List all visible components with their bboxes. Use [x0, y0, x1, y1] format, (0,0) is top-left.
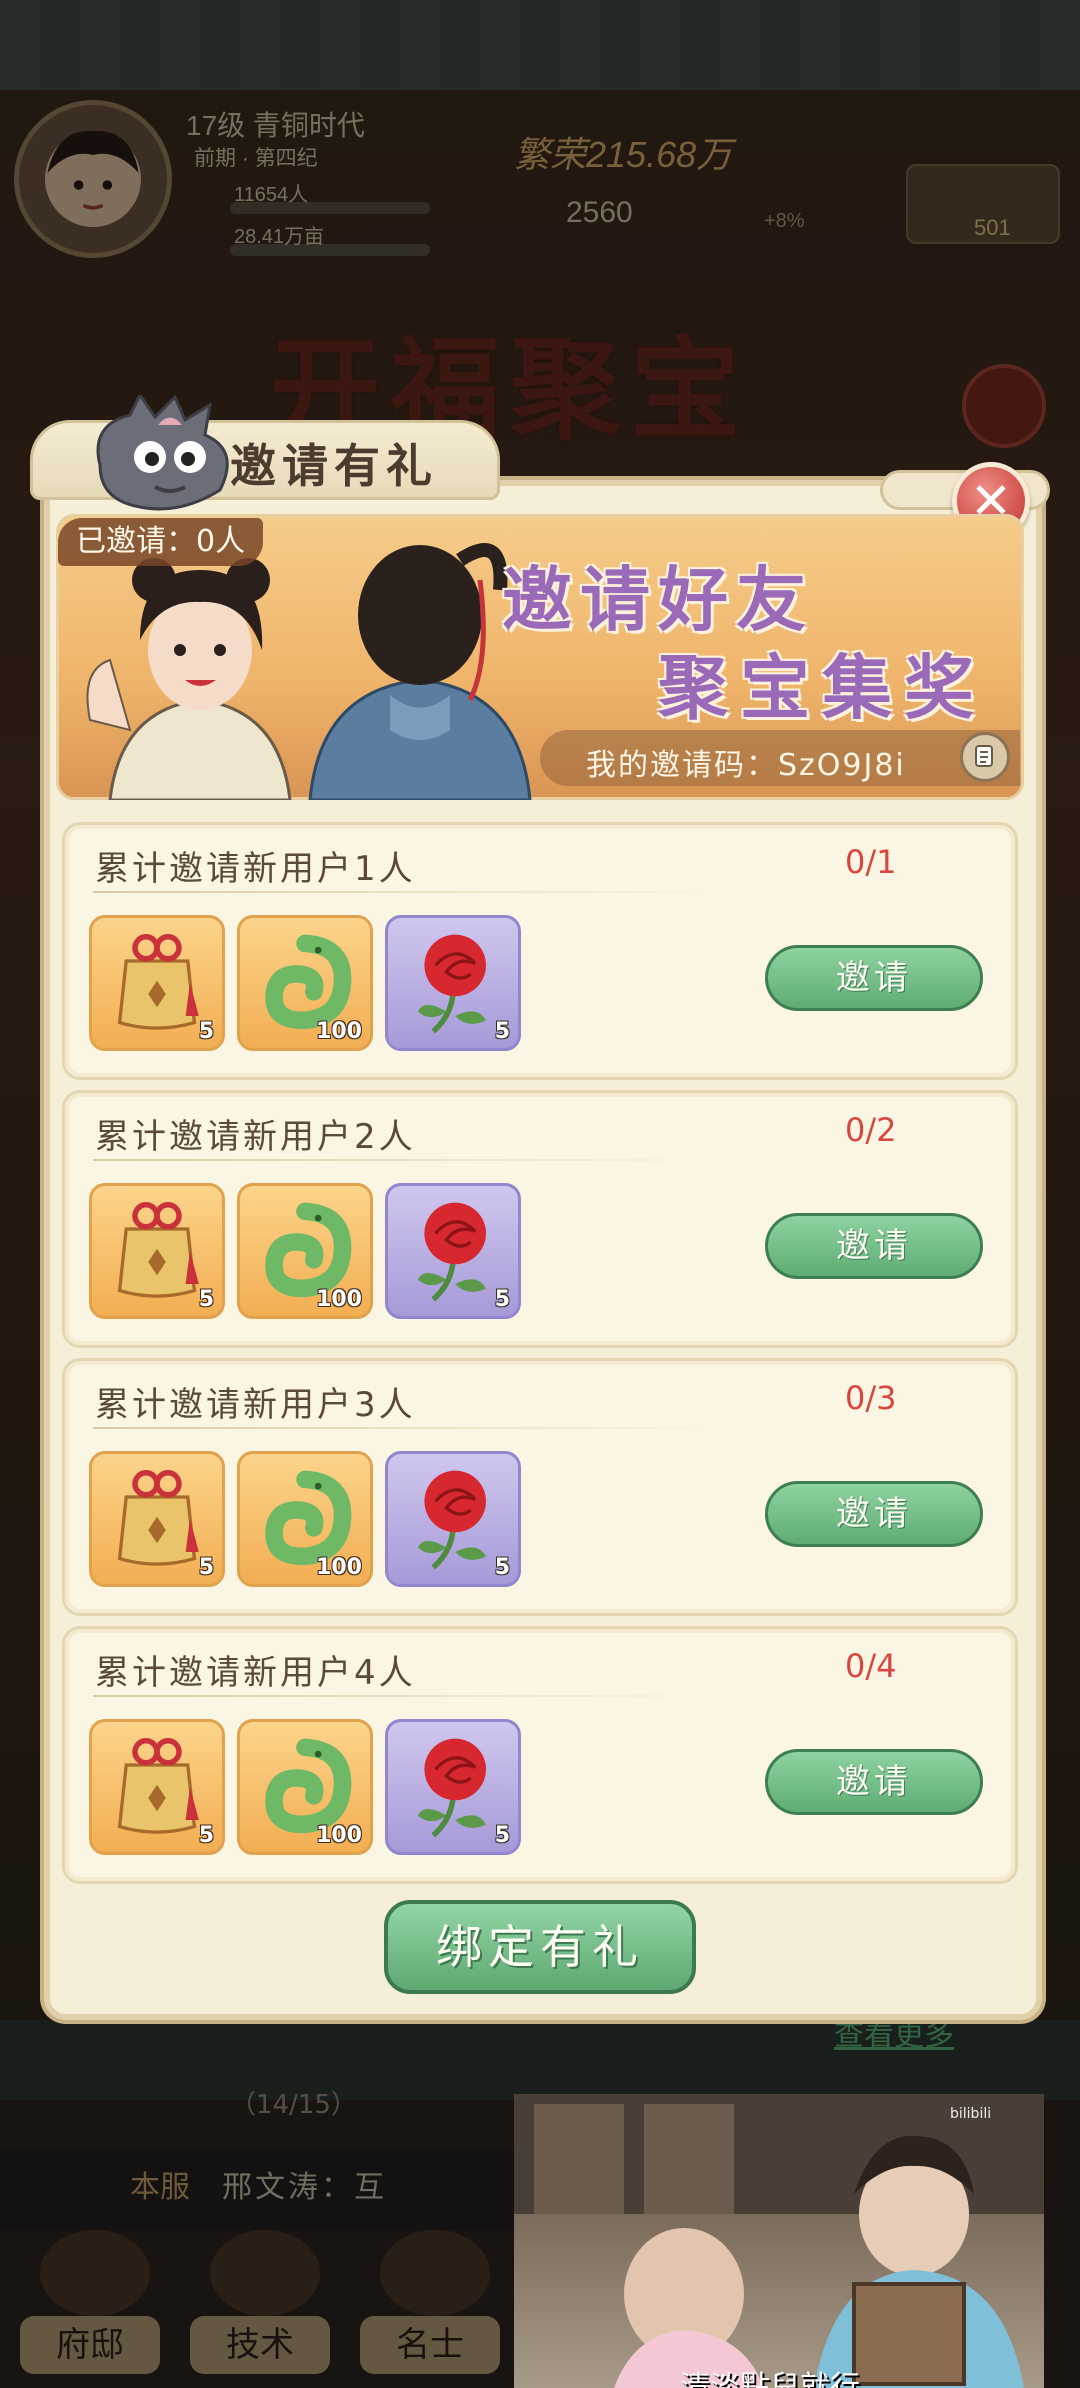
video-overlay[interactable]: [514, 2094, 1044, 2388]
pouch-icon: [117, 1202, 199, 1298]
copy-code-button[interactable]: [960, 732, 1010, 782]
task-title: 累计邀请新用户3人: [95, 1385, 416, 1425]
task-title: 累计邀请新用户2人: [95, 1117, 416, 1157]
task-divider: [93, 1159, 733, 1161]
reward-qty: 5: [494, 1555, 510, 1580]
task-card-1: 累计邀请新用户1人 0/1 5 100 5 邀请: [62, 822, 1018, 1080]
reward-item[interactable]: 100: [237, 1451, 373, 1587]
reward-item[interactable]: 5: [385, 1451, 521, 1587]
reward-item[interactable]: 100: [237, 1183, 373, 1319]
reward-qty: 100: [316, 1019, 362, 1044]
rose-icon: [417, 1202, 486, 1302]
reward-item[interactable]: 100: [237, 1719, 373, 1855]
reward-item[interactable]: 100: [237, 915, 373, 1051]
reward-qty: 5: [198, 1555, 214, 1580]
rose-icon: [417, 1738, 486, 1838]
reward-item[interactable]: 5: [385, 1183, 521, 1319]
banner-headline: 邀请好友: [502, 558, 814, 641]
task-divider: [93, 1695, 733, 1697]
pouch-icon: [117, 1470, 199, 1566]
reward-item[interactable]: 5: [385, 915, 521, 1051]
banner-subheadline: 聚宝集奖: [658, 646, 986, 729]
pouch-icon: [117, 1738, 199, 1834]
reward-item[interactable]: 5: [385, 1719, 521, 1855]
dragon-mascot-icon: [96, 395, 229, 511]
reward-qty: 100: [316, 1823, 362, 1848]
invite-code: 我的邀请码：SzO9J8i: [586, 748, 906, 783]
video-subtitle: 清淡點兒就行: [680, 2370, 860, 2388]
task-progress: 0/4: [845, 1647, 897, 1685]
invited-count-badge: 已邀请：0人: [58, 518, 264, 566]
task-progress: 0/2: [845, 1111, 897, 1149]
invite-button[interactable]: 邀请: [765, 1481, 983, 1547]
task-progress: 0/3: [845, 1379, 897, 1417]
invite-button[interactable]: 邀请: [765, 1213, 983, 1279]
reward-qty: 5: [198, 1287, 214, 1312]
task-divider: [93, 1427, 733, 1429]
reward-qty: 5: [494, 1287, 510, 1312]
reward-qty: 100: [316, 1555, 362, 1580]
task-card-2: 累计邀请新用户2人 0/2 5 100 5 邀请: [62, 1090, 1018, 1348]
rose-icon: [417, 1470, 486, 1570]
reward-qty: 5: [198, 1019, 214, 1044]
video-watermark: bilibili: [950, 2106, 992, 2122]
task-title: 累计邀请新用户4人: [95, 1653, 416, 1693]
task-title: 累计邀请新用户1人: [95, 849, 416, 889]
task-divider: [93, 891, 733, 893]
pouch-icon: [117, 934, 199, 1030]
reward-qty: 5: [198, 1823, 214, 1848]
copy-icon: [975, 745, 993, 767]
reward-item[interactable]: 5: [89, 1451, 225, 1587]
reward-qty: 100: [316, 1287, 362, 1312]
reward-qty: 5: [494, 1823, 510, 1848]
bind-reward-button[interactable]: 绑定有礼: [384, 1900, 696, 1994]
reward-item[interactable]: 5: [89, 1719, 225, 1855]
reward-item[interactable]: 5: [89, 915, 225, 1051]
reward-qty: 5: [494, 1019, 510, 1044]
task-progress: 0/1: [845, 843, 897, 881]
invite-button[interactable]: 邀请: [765, 945, 983, 1011]
video-frame-icon: [514, 2094, 1044, 2388]
rose-icon: [417, 934, 486, 1034]
task-card-3: 累计邀请新用户3人 0/3 5 100 5 邀请: [62, 1358, 1018, 1616]
reward-item[interactable]: 5: [89, 1183, 225, 1319]
invite-button[interactable]: 邀请: [765, 1749, 983, 1815]
task-card-4: 累计邀请新用户4人 0/4 5 100 5 邀请: [62, 1626, 1018, 1884]
modal-title: 邀请有礼: [230, 439, 438, 493]
